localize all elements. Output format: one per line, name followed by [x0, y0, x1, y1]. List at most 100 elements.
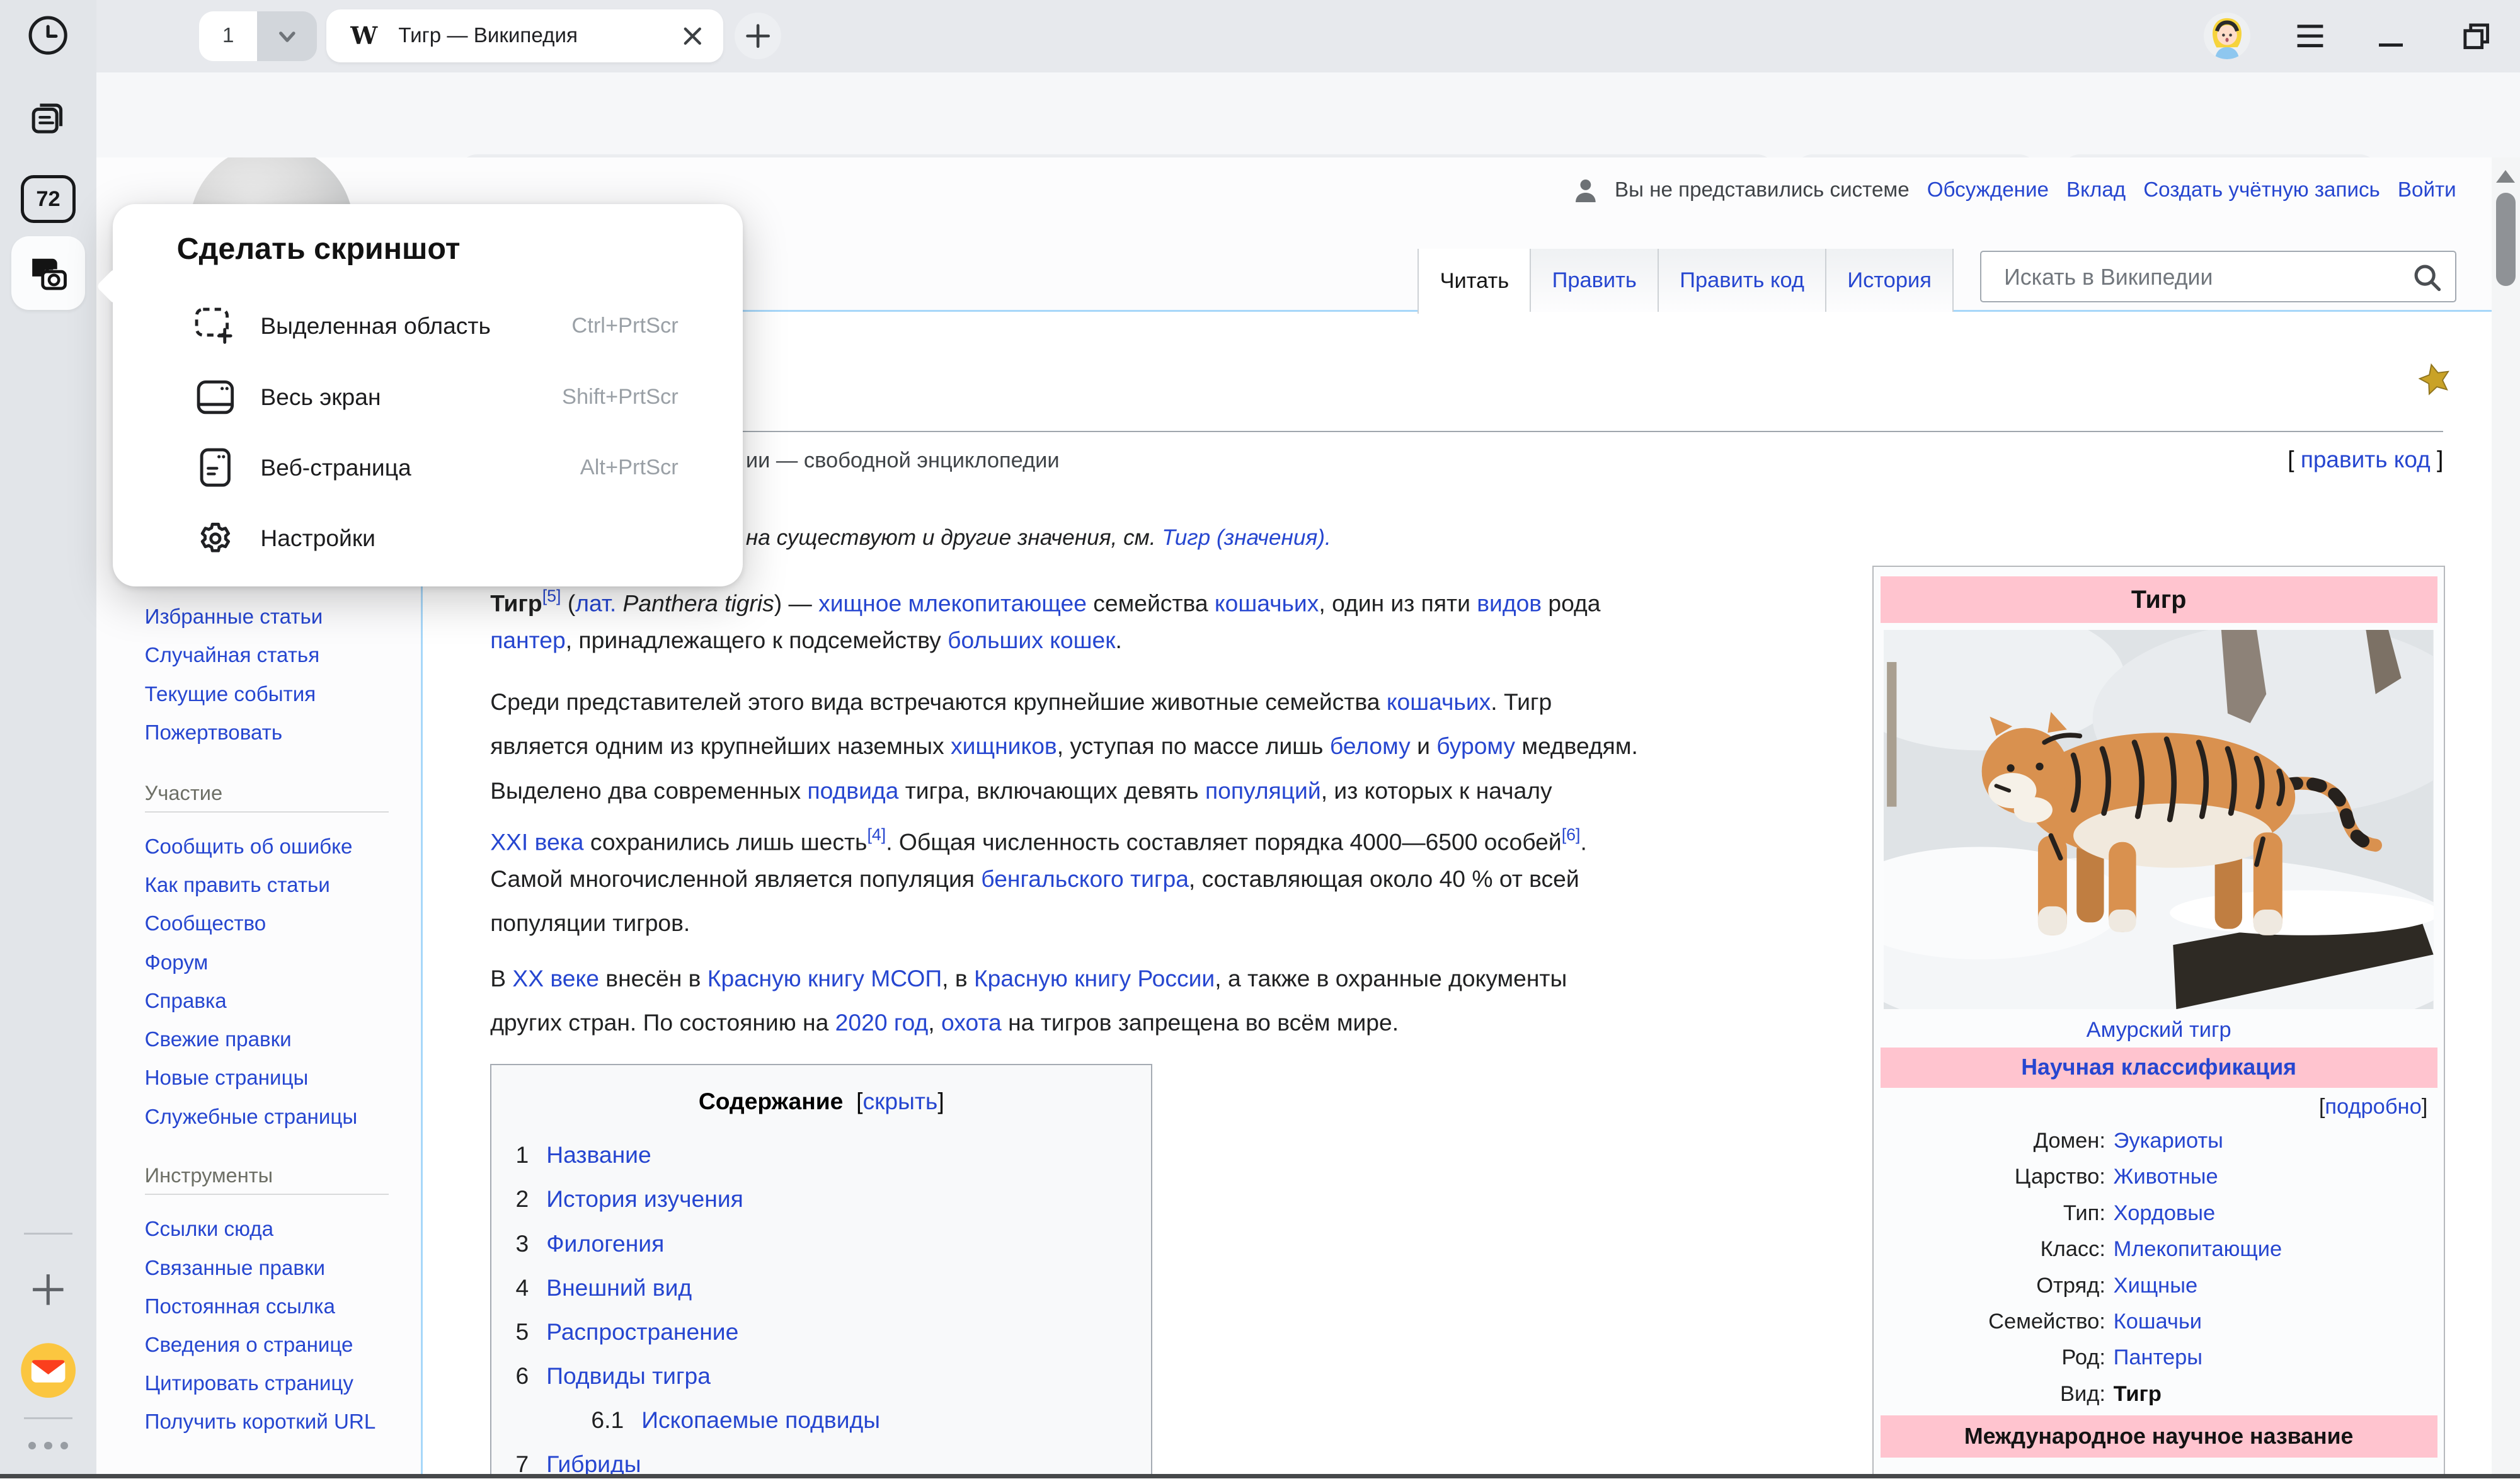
- tab-strip: 1 W Тигр — Википедия: [96, 0, 2520, 72]
- link-login[interactable]: Войти: [2398, 178, 2456, 202]
- toc-item[interactable]: 5Распространение: [491, 1310, 1151, 1354]
- hatnote[interactable]: на существуют и другие значения, см. Тиг…: [746, 525, 1331, 551]
- sidebar-header-tools: Инструменты: [145, 1163, 389, 1195]
- taxobox-image-caption[interactable]: Амурский тигр: [1881, 1009, 2437, 1048]
- toc-item[interactable]: 2История изучения: [491, 1177, 1151, 1221]
- web-page-icon: [193, 447, 238, 488]
- taxobox-row: Семейство:Кошачьи: [1881, 1304, 2437, 1340]
- page-scrollbar[interactable]: [2492, 157, 2520, 1478]
- browser-sidebar: 72: [0, 0, 96, 1478]
- taxon-link[interactable]: Животные: [2114, 1159, 2218, 1195]
- history-clock-icon[interactable]: [0, 14, 96, 56]
- toc-item[interactable]: 4Внешний вид: [491, 1265, 1151, 1310]
- screenshot-tool-icon[interactable]: [11, 236, 85, 310]
- sidebar-link-what-links-here[interactable]: Ссылки сюда: [145, 1210, 402, 1248]
- toc-item[interactable]: 6Подвиды тигра: [491, 1354, 1151, 1398]
- taxon-link[interactable]: Млекопитающие: [2114, 1231, 2282, 1267]
- taxon-link[interactable]: Хордовые: [2114, 1196, 2216, 1231]
- notes-panels-icon[interactable]: [0, 96, 96, 138]
- toc-hide-link[interactable]: скрыть: [862, 1088, 937, 1114]
- tab-list-chevron-icon[interactable]: [257, 11, 316, 61]
- window-restore-button[interactable]: [2463, 23, 2490, 50]
- title-divider: [450, 431, 2443, 433]
- active-tab[interactable]: W Тигр — Википедия: [326, 9, 723, 62]
- browser-menu-icon[interactable]: [2296, 24, 2325, 48]
- sidebar-link-how-to-edit[interactable]: Как править статьи: [145, 866, 402, 905]
- taxon-link[interactable]: Кошачьи: [2114, 1304, 2202, 1340]
- tab-edit[interactable]: Править: [1530, 249, 1658, 312]
- table-of-contents: Содержание [скрыть] 1Название 2История и…: [490, 1064, 1152, 1478]
- add-panel-plus-icon[interactable]: [0, 1271, 96, 1308]
- sidebar-navigation-group: Избранные статьи Случайная статья Текущи…: [145, 598, 402, 752]
- tab-history[interactable]: История: [1825, 249, 1954, 312]
- tab-counter[interactable]: 1: [199, 11, 257, 61]
- scrollbar-up-arrow[interactable]: [2496, 170, 2515, 183]
- sidebar-more-dots-icon[interactable]: [0, 1442, 96, 1450]
- article-paragraph-3: В XX веке внесён в Красную книгу МСОП, в…: [490, 956, 1567, 1044]
- sidebar-link-short-url[interactable]: Получить короткий URL: [145, 1403, 402, 1441]
- taxobox-title: Тигр: [1881, 576, 2437, 623]
- sidebar-link-featured[interactable]: Избранные статьи: [145, 598, 402, 636]
- edit-section-link[interactable]: [ править код ]: [2288, 447, 2443, 473]
- scrollbar-thumb[interactable]: [2496, 193, 2516, 286]
- tab-edit-code[interactable]: Править код: [1658, 249, 1825, 312]
- user-avatar[interactable]: [2204, 13, 2250, 59]
- link-contributions[interactable]: Вклад: [2066, 178, 2126, 202]
- speed-badge[interactable]: 72: [0, 175, 96, 223]
- taxon-link[interactable]: Хищные: [2114, 1268, 2197, 1304]
- taxobox-row: Класс:Млекопитающие: [1881, 1231, 2437, 1267]
- taxobox-intl-name-header: Международное научное название: [1881, 1415, 2437, 1457]
- wiki-search-box[interactable]: [1980, 251, 2456, 302]
- sidebar-link-related-changes[interactable]: Связанные правки: [145, 1249, 402, 1288]
- screenshot-menu-popup: Сделать скриншот Выделенная область Ctrl…: [113, 204, 743, 586]
- tab-group-control[interactable]: 1: [199, 11, 316, 61]
- taxobox-classification-header[interactable]: Научная классификация: [1881, 1048, 2437, 1088]
- menu-item-full-screen[interactable]: Весь экран Shift+PrtScr: [113, 362, 743, 432]
- sidebar-link-cite-page[interactable]: Цитировать страницу: [145, 1364, 402, 1403]
- full-screen-icon: [193, 378, 238, 416]
- link-discussion[interactable]: Обсуждение: [1927, 178, 2049, 202]
- toc-item[interactable]: 6.1Ископаемые подвиды: [491, 1398, 1151, 1442]
- gear-icon: [193, 518, 238, 559]
- window-minimize-button[interactable]: [2379, 43, 2403, 47]
- taxobox-row: Домен:Эукариоты: [1881, 1123, 2437, 1159]
- sidebar-link-community[interactable]: Сообщество: [145, 905, 402, 943]
- toc-item[interactable]: 3Филогения: [491, 1221, 1151, 1265]
- toc-item[interactable]: 1Название: [491, 1133, 1151, 1177]
- sidebar-link-permanent-link[interactable]: Постоянная ссылка: [145, 1288, 402, 1326]
- sidebar-link-random[interactable]: Случайная статья: [145, 636, 402, 675]
- selection-area-icon: [193, 306, 238, 346]
- sidebar-link-report-error[interactable]: Сообщить об ошибке: [145, 828, 402, 866]
- wiki-search-input[interactable]: [2001, 254, 2409, 302]
- sidebar-link-new-pages[interactable]: Новые страницы: [145, 1059, 402, 1097]
- taxobox-row: Род:Пантеры: [1881, 1340, 2437, 1376]
- sidebar-link-current-events[interactable]: Текущие события: [145, 675, 402, 714]
- toc-item[interactable]: 7Гибриды: [491, 1442, 1151, 1478]
- taxobox: Тигр: [1872, 566, 2444, 1478]
- taxobox-details-link[interactable]: [подробно]: [1881, 1088, 2437, 1123]
- sidebar-link-recent-changes[interactable]: Свежие правки: [145, 1020, 402, 1059]
- link-create-account[interactable]: Создать учётную запись: [2143, 178, 2380, 202]
- new-tab-button[interactable]: [735, 13, 781, 59]
- taxon-link[interactable]: Эукариоты: [2114, 1123, 2223, 1159]
- taxon-link[interactable]: Пантеры: [2114, 1340, 2202, 1376]
- sidebar-link-help[interactable]: Справка: [145, 982, 402, 1020]
- page-views-tabs: Читать Править Править код История: [1418, 249, 1954, 312]
- tiger-photo[interactable]: [1884, 630, 2434, 1009]
- browser-toolbar: Я ru.wikipedia.org Тигр — Википедия Пере…: [96, 72, 2520, 157]
- menu-item-selected-area[interactable]: Выделенная область Ctrl+PrtScr: [113, 291, 743, 362]
- yandex-mail-icon[interactable]: [0, 1342, 96, 1398]
- sidebar-link-page-info[interactable]: Сведения о странице: [145, 1326, 402, 1364]
- menu-item-web-page[interactable]: Веб-страница Alt+PrtScr: [113, 432, 743, 503]
- taxobox-row: Вид:Тигр: [1881, 1376, 2437, 1412]
- taxobox-row: Тип:Хордовые: [1881, 1196, 2437, 1231]
- tab-close-icon[interactable]: [683, 26, 702, 46]
- sidebar-link-donate[interactable]: Пожертвовать: [145, 714, 402, 752]
- menu-item-settings[interactable]: Настройки: [113, 503, 743, 574]
- search-icon[interactable]: [2413, 263, 2442, 292]
- sidebar-link-special-pages[interactable]: Служебные страницы: [145, 1098, 402, 1136]
- sidebar-link-forum[interactable]: Форум: [145, 944, 402, 982]
- login-status-text: Вы не представились системе: [1615, 178, 1910, 202]
- tab-title: Тигр — Википедия: [398, 24, 683, 48]
- tab-read[interactable]: Читать: [1418, 249, 1530, 313]
